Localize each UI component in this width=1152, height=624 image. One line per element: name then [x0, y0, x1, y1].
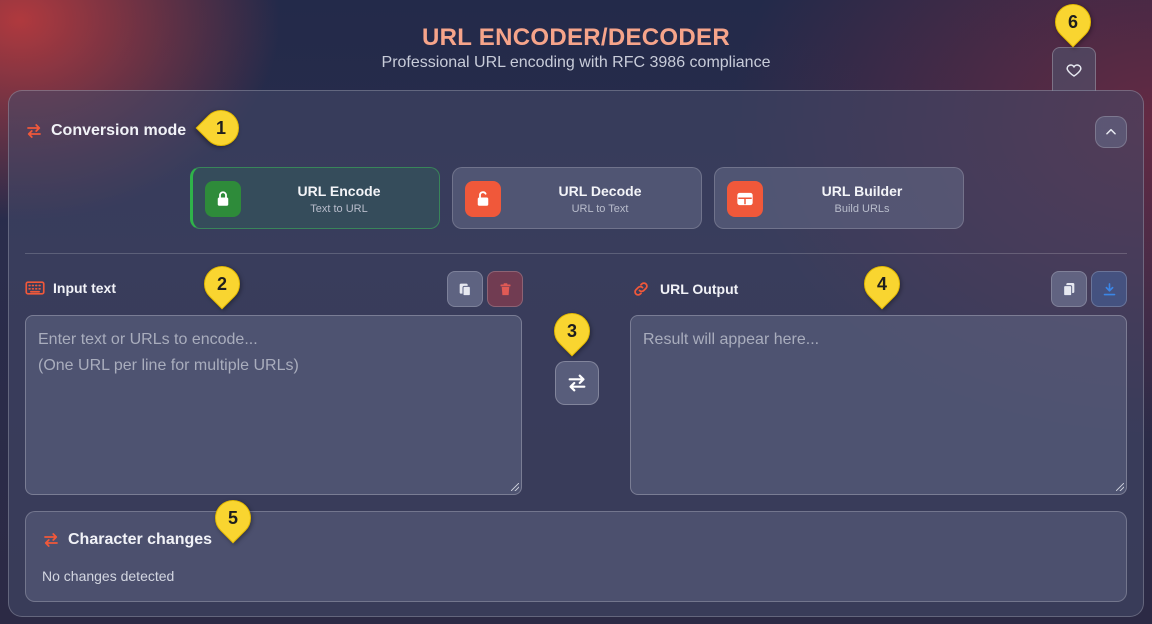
link-icon — [634, 282, 648, 296]
clipboard-icon — [459, 283, 471, 297]
collapse-button[interactable] — [1095, 116, 1127, 148]
conversion-mode-label: Conversion mode — [51, 122, 187, 139]
resize-handle[interactable] — [511, 483, 519, 491]
mode-card-label: URL Encode — [297, 183, 381, 199]
builder-icon-badge — [727, 181, 763, 217]
table-icon — [737, 192, 753, 206]
input-textarea[interactable] — [25, 315, 522, 495]
download-icon — [1103, 282, 1115, 295]
encode-icon-badge — [205, 181, 241, 217]
mode-card-label: URL Builder — [821, 183, 903, 199]
converter-panel: Conversion mode URL Encode Text to URL U… — [8, 90, 1144, 617]
favorite-button[interactable] — [1052, 47, 1096, 91]
mode-card-sub: Text to URL — [310, 203, 368, 215]
changes-status-text: No changes detected — [42, 568, 175, 584]
marker-number: 3 — [566, 321, 577, 341]
swap-arrows-icon — [44, 533, 58, 547]
unlock-icon — [477, 191, 489, 206]
heart-icon — [1066, 63, 1082, 77]
output-textarea[interactable] — [630, 315, 1127, 495]
output-heading-label: URL Output — [660, 281, 739, 297]
input-heading: Input text — [25, 280, 116, 296]
mode-card-label: URL Decode — [558, 183, 642, 199]
paste-button[interactable] — [447, 271, 483, 307]
swap-arrows-icon — [568, 374, 586, 392]
conversion-mode-heading: Conversion mode — [25, 122, 186, 140]
page-title: URL ENCODER/DECODER — [422, 24, 730, 51]
trash-icon — [500, 282, 510, 295]
character-changes-panel: Character changes No changes detected — [25, 511, 1127, 602]
marker-number: 1 — [215, 118, 226, 138]
swap-button[interactable] — [555, 361, 599, 405]
resize-handle[interactable] — [1116, 483, 1124, 491]
chevron-up-icon — [1106, 128, 1116, 135]
decode-icon-badge — [465, 181, 501, 217]
mode-card-url-encode[interactable]: URL Encode Text to URL — [190, 167, 440, 229]
mode-card-url-builder[interactable]: URL Builder Build URLs — [714, 167, 964, 229]
section-divider — [25, 253, 1127, 254]
app-header: URL ENCODER/DECODER Professional URL enc… — [0, 0, 1152, 90]
mode-card-sub: URL to Text — [571, 203, 629, 215]
mode-card-url-decode[interactable]: URL Decode URL to Text — [452, 167, 702, 229]
marker-number: 4 — [876, 274, 887, 294]
download-button[interactable] — [1091, 271, 1127, 307]
input-heading-label: Input text — [53, 280, 116, 296]
clear-button[interactable] — [487, 271, 523, 307]
copy-button[interactable] — [1051, 271, 1087, 307]
character-changes-heading: Character changes — [42, 531, 212, 549]
copy-icon — [1063, 283, 1075, 297]
marker-number: 2 — [216, 274, 227, 294]
swap-arrows-icon — [27, 124, 41, 138]
page-subtitle: Professional URL encoding with RFC 3986 … — [381, 54, 771, 71]
mode-card-sub: Build URLs — [834, 203, 890, 215]
keyboard-icon — [25, 281, 45, 295]
lock-icon — [217, 191, 229, 206]
character-changes-label: Character changes — [68, 531, 213, 548]
output-heading: URL Output — [630, 280, 738, 298]
marker-number: 5 — [227, 508, 238, 528]
marker-number: 6 — [1067, 12, 1078, 32]
